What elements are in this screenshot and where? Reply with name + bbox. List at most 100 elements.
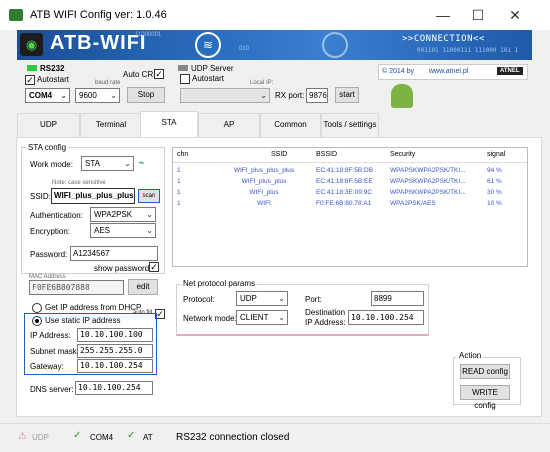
table-cell: 30 %	[487, 189, 502, 196]
tab-ap[interactable]: AP	[198, 113, 260, 137]
autocr-label: Auto CR	[123, 70, 154, 79]
table-cell: F0:FE:6B:80:78:A1	[316, 200, 372, 207]
com-check-icon: ✓	[73, 430, 82, 441]
wifi-signal-faded-icon	[322, 32, 348, 58]
rs232-title: RS232	[40, 64, 65, 73]
password-label: Password:	[30, 250, 68, 259]
udp-autostart-checkbox[interactable]	[180, 74, 190, 84]
encryption-select[interactable]: AES ⌄	[90, 223, 156, 238]
tab-tools-settings[interactable]: Tools / settings	[321, 113, 379, 137]
col-header-signal: signal	[487, 151, 506, 158]
table-cell: 10 %	[487, 200, 502, 207]
table-cell: 94 %	[487, 167, 502, 174]
table-cell: 1	[177, 167, 181, 174]
network-mode-value: CLIENT	[240, 313, 269, 322]
tab-sta[interactable]: STA	[140, 111, 198, 138]
show-password-checkbox[interactable]: ✓	[149, 262, 159, 272]
chevron-down-icon: ⌄	[278, 294, 285, 303]
banner-bits: 001101 11000111 111000 101 1	[417, 47, 519, 54]
subnet-mask-input[interactable]: 255.255.255.0	[77, 344, 153, 358]
authentication-select[interactable]: WPA2PSK ⌄	[90, 207, 156, 222]
dns-input[interactable]: 10.10.100.254	[75, 381, 153, 395]
protocol-label: Protocol:	[183, 295, 215, 304]
autocr-checkbox[interactable]: ✓	[154, 69, 164, 79]
status-bar: ⚠ UDP ✓ COM4 ✓ AT RS232 connection close…	[0, 423, 550, 452]
port-input[interactable]: 8899	[371, 291, 424, 306]
maximize-button[interactable]: ☐	[462, 4, 494, 26]
udp-status-label: UDP	[32, 433, 49, 442]
stop-button[interactable]: Stop	[127, 87, 165, 103]
col-header-security: Security	[390, 151, 416, 158]
close-button[interactable]: ✕	[499, 4, 531, 26]
table-cell: WPA2PSK/AES	[390, 200, 436, 207]
subnet-mask-label: Subnet mask:	[30, 347, 79, 356]
write-config-button[interactable]: WRITE config	[460, 385, 510, 410]
destination-ip-input[interactable]: 10.10.100.254	[348, 310, 424, 325]
tab-udp[interactable]: UDP	[17, 113, 80, 137]
dhcp-radio[interactable]	[32, 303, 42, 313]
title-bar: ATB WIFI Config ver: 1.0.46 — ☐ ✕	[0, 0, 550, 30]
case-note: Note: case sensitive	[52, 180, 106, 186]
banner: ◉ ATB-WIFI 11000001 ≋ 010 >>CONNECTION<<…	[17, 30, 532, 60]
table-cell: WIFI	[257, 200, 271, 207]
brand-title: ATB-WIFI	[50, 32, 147, 54]
rs232-autostart-checkbox[interactable]: ✓	[25, 75, 35, 85]
authentication-label: Authentication:	[30, 211, 83, 220]
ip-address-input[interactable]: 10.10.100.100	[77, 328, 153, 342]
static-ip-label: Use static IP address	[45, 316, 121, 325]
chevron-down-icon: ⌄	[260, 91, 267, 100]
password-input[interactable]: A1234567	[70, 246, 158, 261]
atnel-logo: ATNEL	[497, 67, 523, 75]
chevron-down-icon: ⌄	[278, 313, 285, 322]
minimize-button[interactable]: —	[427, 4, 459, 26]
rx-port-input[interactable]: 9876	[306, 88, 328, 103]
wifi-signal-icon: ≋	[195, 32, 221, 58]
table-cell: 1	[177, 189, 181, 196]
wifi-logo-icon: ◉	[20, 33, 43, 56]
local-ip-select[interactable]: ⌄	[180, 88, 270, 103]
com-status-label: COM4	[90, 433, 114, 442]
static-ip-radio[interactable]	[32, 316, 42, 326]
rs232-autostart-label: Autostart	[37, 75, 70, 84]
work-mode-value: STA	[85, 159, 100, 168]
table-cell: WPAPSKWPA2PSK/TKI...	[390, 178, 466, 185]
table-cell: EC:41:18:8F:5B:DB	[316, 167, 374, 174]
table-cell: WPAPSKWPA2PSK/TKI...	[390, 167, 466, 174]
banner-bits-mid: 010	[239, 46, 250, 52]
banner-bits-top: 11000001	[135, 32, 162, 38]
baud-rate-value: 9600	[79, 91, 97, 100]
work-mode-label: Work mode:	[30, 160, 73, 169]
read-config-button[interactable]: READ config	[460, 364, 510, 379]
rs232-led-icon	[27, 65, 37, 71]
scan-results-table[interactable]: chn SSID BSSID Security signal 1 WIFI_pl…	[172, 147, 528, 267]
ssid-label: SSID:	[30, 192, 51, 201]
table-cell: WIFI_plus	[249, 189, 279, 196]
table-cell: 1	[177, 200, 181, 207]
edit-mac-button[interactable]: edit	[128, 279, 158, 295]
destination-ip-label: IP Address:	[305, 318, 346, 327]
tab-terminal[interactable]: Terminal	[80, 113, 142, 137]
atnel-link[interactable]: www.atnel.pl	[429, 68, 468, 75]
mac-input[interactable]: F0FE6B807888	[29, 280, 124, 295]
table-cell: 61 %	[487, 178, 502, 185]
chevron-down-icon: ⌄	[146, 226, 153, 235]
table-cell: WIFI_plus_plus	[241, 178, 287, 185]
work-mode-select[interactable]: STA ⌄	[81, 156, 134, 171]
scan-button[interactable]: scan	[138, 189, 160, 203]
action-title: Action	[457, 351, 484, 360]
protocol-select[interactable]: UDP ⌄	[236, 291, 288, 306]
col-header-ssid: SSID	[271, 151, 288, 158]
gateway-input[interactable]: 10.10.100.254	[77, 359, 153, 373]
network-mode-select[interactable]: CLIENT ⌄	[236, 310, 288, 325]
udp-autostart-label: Autostart	[192, 74, 225, 83]
tab-common[interactable]: Common	[260, 113, 321, 137]
baud-rate-select[interactable]: 9600 ⌄	[75, 88, 120, 103]
copyright-text: © 2014 by	[382, 68, 415, 75]
show-password-label: show password	[94, 264, 150, 273]
start-button[interactable]: start	[335, 87, 359, 103]
copyright-box: © 2014 by www.atnel.pl ATNEL	[378, 64, 528, 80]
header-divider	[173, 162, 527, 163]
com-port-select[interactable]: COM4 ⌄	[25, 88, 70, 103]
ssid-input[interactable]: WIFI_plus_plus_plus	[51, 188, 135, 204]
local-ip-label: Local IP:	[250, 80, 274, 86]
